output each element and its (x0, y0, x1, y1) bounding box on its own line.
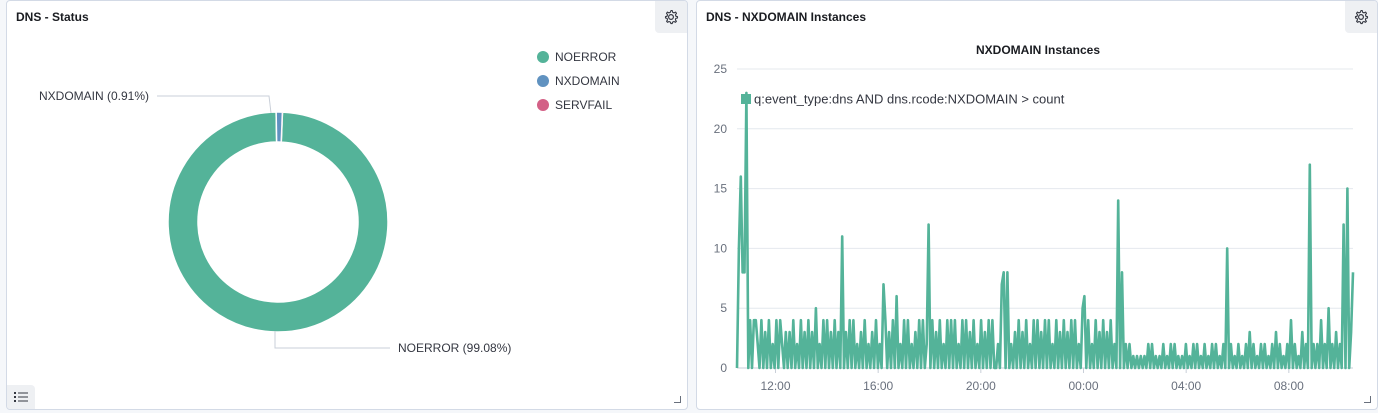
x-tick-label: 00:00 (1068, 379, 1098, 393)
legend-item-servfail[interactable]: SERVFAIL (537, 93, 620, 117)
legend-toggle-button[interactable] (7, 385, 35, 409)
legend-item-noerror[interactable]: NOERROR (537, 45, 620, 69)
series-line (735, 91, 1355, 370)
y-tick-label: 15 (714, 182, 728, 196)
series-legend[interactable]: q:event_type:dns AND dns.rcode:NXDOMAIN … (741, 92, 1065, 107)
dns-nxdomain-panel: DNS - NXDOMAIN Instances NXDOMAIN Instan… (696, 0, 1378, 410)
series-legend-label: q:event_type:dns AND dns.rcode:NXDOMAIN … (754, 92, 1065, 107)
list-icon (14, 392, 28, 402)
y-tick-label: 25 (714, 62, 728, 76)
pie-slice-nxdomain[interactable] (275, 111, 284, 143)
legend-dot (537, 51, 549, 63)
x-tick-label: 04:00 (1171, 379, 1201, 393)
dns-status-panel: DNS - Status NXDOMAIN (0.91%) NOERROR (9… (6, 0, 688, 410)
x-tick-label: 20:00 (966, 379, 996, 393)
line-chart: NXDOMAIN Instances 0 5 10 15 20 25 12:00 16:00… (714, 43, 1355, 393)
legend-label: SERVFAIL (555, 98, 613, 112)
slice-label-nxdomain: NXDOMAIN (0.91%) (39, 89, 149, 103)
leader-line-noerror (274, 331, 390, 349)
slice-label-noerror: NOERROR (99.08%) (398, 341, 511, 355)
y-tick-label: 5 (720, 301, 727, 315)
legend-dot (537, 99, 549, 111)
pie-slice-noerror[interactable] (167, 111, 389, 333)
y-tick-label: 20 (714, 122, 728, 136)
legend-dot (537, 75, 549, 87)
x-tick-label: 16:00 (863, 379, 893, 393)
chart-title: NXDOMAIN Instances (976, 43, 1100, 57)
y-tick-label: 10 (714, 241, 728, 255)
series-legend-swatch (741, 94, 751, 104)
resize-handle-icon[interactable] (674, 396, 681, 403)
legend-item-nxdomain[interactable]: NXDOMAIN (537, 69, 620, 93)
resize-handle-icon[interactable] (1364, 396, 1371, 403)
legend-label: NXDOMAIN (555, 74, 620, 88)
x-tick-label: 08:00 (1274, 379, 1304, 393)
legend-label: NOERROR (555, 50, 617, 64)
leader-line-nxdomain (157, 95, 272, 114)
y-tick-label: 0 (720, 361, 727, 375)
chart-legend: NOERROR NXDOMAIN SERVFAIL (537, 45, 620, 117)
x-tick-label: 12:00 (760, 379, 790, 393)
